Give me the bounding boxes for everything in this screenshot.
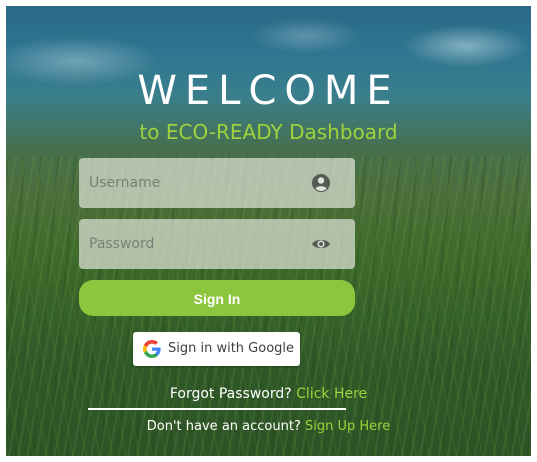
- forgot-password-link[interactable]: Click Here: [296, 386, 367, 402]
- password-input[interactable]: [89, 219, 289, 269]
- welcome-title: WELCOME: [137, 68, 400, 114]
- signup-text: Don't have an account?: [146, 419, 301, 434]
- forgot-password-text: Forgot Password?: [169, 386, 292, 402]
- user-circle-icon: [312, 174, 330, 192]
- eye-icon[interactable]: [311, 234, 331, 254]
- google-signin-label: Sign in with Google: [168, 341, 295, 356]
- username-field-container: [79, 158, 355, 208]
- google-signin-button[interactable]: Sign in with Google: [133, 332, 300, 366]
- signup-row: Don't have an account? Sign Up Here: [6, 419, 531, 434]
- google-g-icon: [143, 340, 161, 358]
- dashboard-subtitle: to ECO-READY Dashboard: [139, 120, 398, 144]
- signup-link[interactable]: Sign Up Here: [305, 419, 390, 434]
- login-background: WELCOME to ECO-READY Dashboard Sign In S…: [6, 6, 531, 456]
- divider: [88, 408, 346, 410]
- forgot-password-row: Forgot Password? Click Here: [6, 386, 531, 402]
- username-input[interactable]: [89, 158, 289, 208]
- password-field-container: [79, 219, 355, 269]
- sign-in-button[interactable]: Sign In: [79, 280, 355, 316]
